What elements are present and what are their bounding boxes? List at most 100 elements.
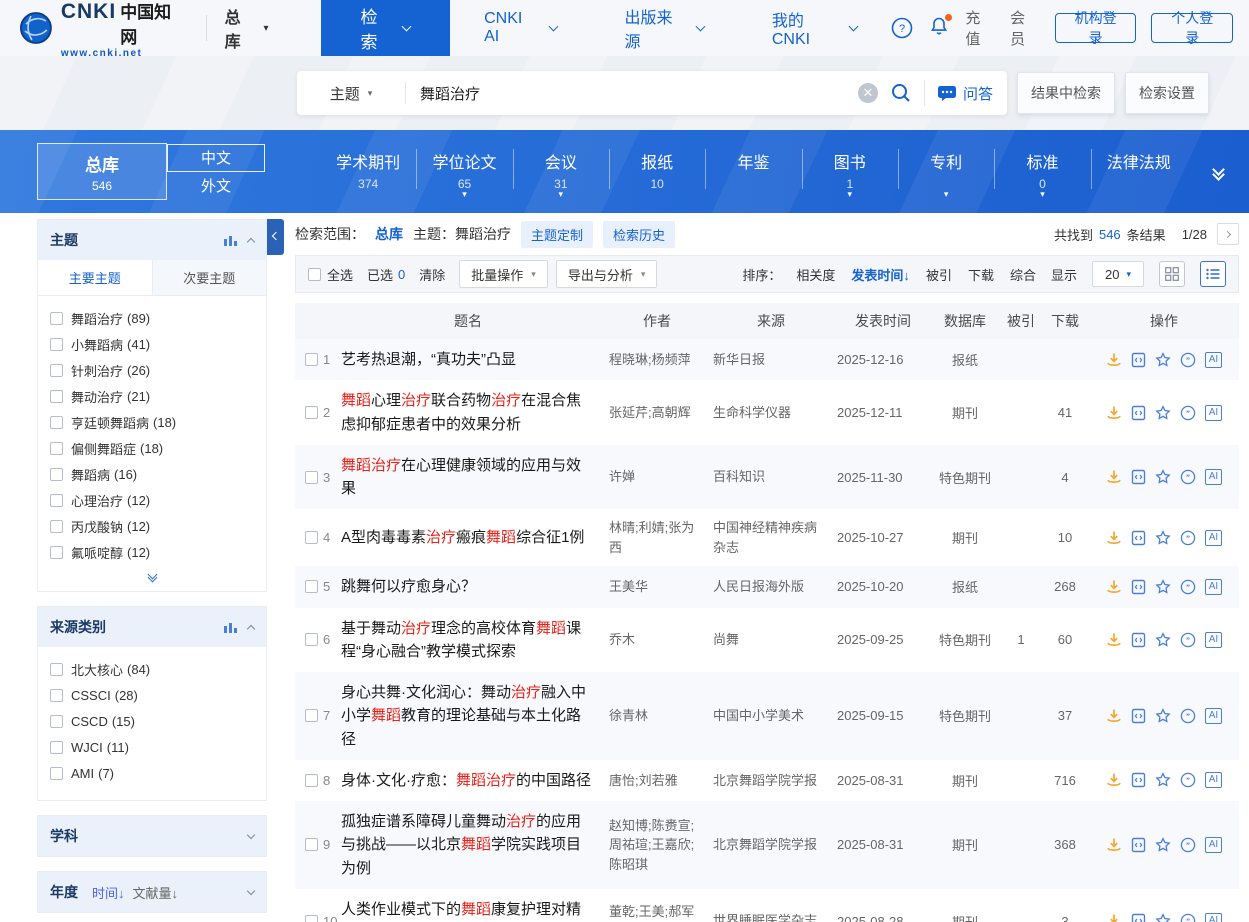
result-download-count[interactable]: 368 <box>1041 837 1089 852</box>
lang-tab-chinese[interactable]: 中文 <box>167 144 265 172</box>
html-read-icon[interactable] <box>1131 708 1146 724</box>
result-authors[interactable]: 徐青林 <box>609 706 713 726</box>
filter-checkbox[interactable] <box>50 312 63 325</box>
favorite-star-icon[interactable] <box>1155 405 1171 421</box>
db-type-item[interactable]: 专利 ▾ <box>898 147 994 197</box>
select-all-label[interactable]: 全选 <box>327 265 353 284</box>
cite-icon[interactable]: ” <box>1180 405 1196 421</box>
db-type-item[interactable]: 学术期刊 374 ▾ <box>320 147 416 197</box>
cite-icon[interactable]: ” <box>1180 530 1196 546</box>
favorite-star-icon[interactable] <box>1155 579 1171 595</box>
download-icon[interactable] <box>1106 405 1122 421</box>
filter-item[interactable]: 偏侧舞蹈症 (18) <box>38 435 266 461</box>
html-read-icon[interactable] <box>1131 469 1146 485</box>
row-checkbox[interactable] <box>305 471 318 484</box>
html-read-icon[interactable] <box>1131 772 1146 788</box>
db-type-item[interactable]: 学位论文 65 ▾ <box>416 147 512 197</box>
expand-more-icon[interactable] <box>38 567 266 591</box>
sort-option[interactable]: 相关度 <box>796 265 835 284</box>
expand-section-icon[interactable] <box>247 830 255 838</box>
result-title-link[interactable]: 跳舞何以疗愈身心？ <box>341 575 595 598</box>
filter-checkbox[interactable] <box>50 767 63 780</box>
ai-icon[interactable]: AI <box>1205 772 1222 788</box>
filter-item[interactable]: WJCI (11) <box>38 734 266 760</box>
result-source[interactable]: 中国中小学美术 <box>713 706 837 726</box>
ai-icon[interactable]: AI <box>1205 632 1222 648</box>
nav-search[interactable]: 检索 <box>321 0 451 56</box>
library-dropdown[interactable]: 总库 ▾ <box>225 4 269 52</box>
filter-item[interactable]: 亨廷顿舞蹈病 (18) <box>38 409 266 435</box>
row-checkbox[interactable] <box>305 406 318 419</box>
download-icon[interactable] <box>1106 632 1122 648</box>
batch-operations-button[interactable]: 批量操作▾ <box>459 260 548 288</box>
result-authors[interactable]: 赵知博;陈赉宣;周祐瑄;王嘉欣;陈昭琪 <box>609 816 713 875</box>
filter-item[interactable]: 针刺治疗 (26) <box>38 357 266 383</box>
result-authors[interactable]: 王美华 <box>609 577 713 597</box>
result-download-count[interactable]: 3 <box>1041 914 1089 922</box>
ai-icon[interactable]: AI <box>1205 837 1222 853</box>
cnki-logo[interactable]: CNKI 中国知网 www.cnki.net <box>18 0 188 59</box>
scope-value[interactable]: 总库 <box>375 224 403 244</box>
topic-customize-chip[interactable]: 主题定制 <box>521 221 593 248</box>
tab-main-topic[interactable]: 主要主题 <box>38 260 152 295</box>
html-read-icon[interactable] <box>1131 632 1146 648</box>
filter-checkbox[interactable] <box>50 442 63 455</box>
filter-checkbox[interactable] <box>50 715 63 728</box>
result-title-link[interactable]: 基于舞动治疗理念的高校体育舞蹈课程“身心融合”教学模式探索 <box>341 617 595 664</box>
row-checkbox[interactable] <box>305 633 318 646</box>
favorite-star-icon[interactable] <box>1155 469 1171 485</box>
filter-checkbox[interactable] <box>50 416 63 429</box>
filter-checkbox[interactable] <box>50 689 63 702</box>
sidebar-collapse-button[interactable] <box>267 219 284 255</box>
db-type-item[interactable]: 法律法规 ▾ <box>1091 147 1187 197</box>
filter-item[interactable]: 心理治疗 (12) <box>38 487 266 513</box>
expand-section-icon[interactable] <box>247 886 255 894</box>
qa-button[interactable]: 问答 <box>924 80 1007 106</box>
result-source[interactable]: 北京舞蹈学院学报 <box>713 835 837 855</box>
result-source[interactable]: 新华日报 <box>713 350 837 370</box>
favorite-star-icon[interactable] <box>1155 913 1171 922</box>
filter-checkbox[interactable] <box>50 338 63 351</box>
filter-item[interactable]: CSSCI (28) <box>38 682 266 708</box>
filter-checkbox[interactable] <box>50 741 63 754</box>
result-authors[interactable]: 张延芹;高朝辉 <box>609 403 713 423</box>
db-type-item[interactable]: 报纸 10 ▾ <box>609 147 705 197</box>
result-download-count[interactable]: 41 <box>1041 405 1089 420</box>
favorite-star-icon[interactable] <box>1155 837 1171 853</box>
result-authors[interactable]: 董乾;王美;郝军锋 <box>609 902 713 922</box>
search-history-chip[interactable]: 检索历史 <box>603 221 675 248</box>
bar-chart-icon[interactable] <box>224 621 238 633</box>
cite-icon[interactable]: ” <box>1180 772 1196 788</box>
ai-icon[interactable]: AI <box>1205 405 1222 421</box>
result-source[interactable]: 生命科学仪器 <box>713 403 837 423</box>
cite-icon[interactable]: ” <box>1180 837 1196 853</box>
ai-icon[interactable]: AI <box>1205 708 1222 724</box>
ai-icon[interactable]: AI <box>1205 579 1222 595</box>
row-checkbox[interactable] <box>305 353 318 366</box>
html-read-icon[interactable] <box>1131 405 1146 421</box>
result-download-count[interactable]: 268 <box>1041 579 1089 594</box>
filter-checkbox[interactable] <box>50 364 63 377</box>
download-icon[interactable] <box>1106 772 1122 788</box>
db-type-item[interactable]: 会议 31 ▾ <box>513 147 609 197</box>
download-icon[interactable] <box>1106 579 1122 595</box>
recharge-link[interactable]: 充值 <box>965 7 995 49</box>
row-checkbox[interactable] <box>305 915 318 922</box>
personal-login-button[interactable]: 个人登录 <box>1151 13 1233 43</box>
result-title-link[interactable]: 身体·文化·疗愈：舞蹈治疗的中国路径 <box>341 769 595 792</box>
more-databases-chevron[interactable] <box>1187 165 1249 179</box>
row-checkbox[interactable] <box>305 709 318 722</box>
favorite-star-icon[interactable] <box>1155 352 1171 368</box>
nav-cnki-ai[interactable]: CNKI AI <box>450 0 590 56</box>
grid-view-button[interactable] <box>1159 261 1185 287</box>
collapse-section-icon[interactable] <box>247 237 255 245</box>
cite-icon[interactable]: ” <box>1180 708 1196 724</box>
row-checkbox[interactable] <box>305 580 318 593</box>
bar-chart-icon[interactable] <box>224 234 238 246</box>
filter-checkbox[interactable] <box>50 390 63 403</box>
favorite-star-icon[interactable] <box>1155 530 1171 546</box>
row-checkbox[interactable] <box>305 838 318 851</box>
help-icon[interactable]: ? <box>891 17 913 39</box>
notifications-bell-icon[interactable] <box>928 15 950 42</box>
member-link[interactable]: 会员 <box>1010 7 1040 49</box>
